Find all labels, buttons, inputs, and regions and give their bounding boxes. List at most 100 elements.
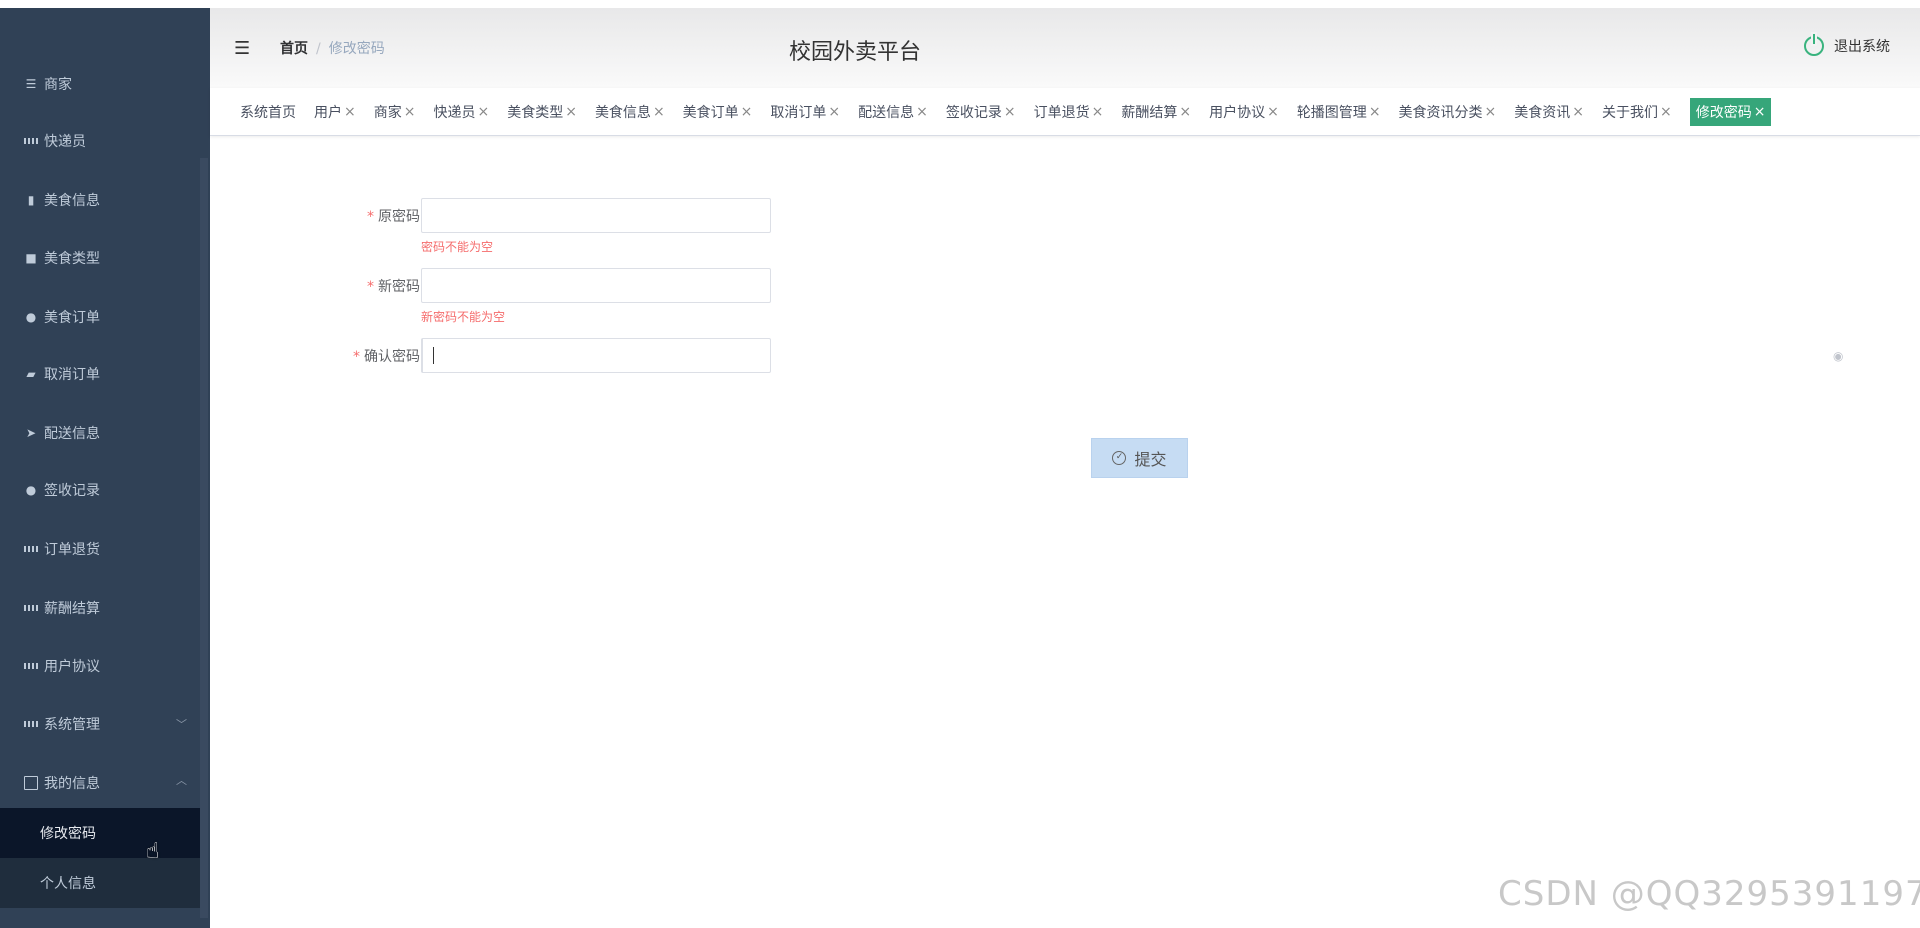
sidebar-item-label: 美食类型 [44, 251, 100, 267]
tab-5[interactable]: 美食信息 × [595, 98, 665, 126]
send-icon: ➤ [25, 426, 37, 440]
tab-15[interactable]: 美食资讯 × [1514, 98, 1584, 126]
close-icon[interactable]: × [477, 104, 489, 120]
power-icon [1804, 34, 1824, 56]
new-password-label: * 新密码 [367, 276, 420, 296]
sidebar: ☰ 商家 快递员 ▮ 美食信息 ■ 美食类型 ● 美食订单 ▰ 取消订单 ➤ 配送信息 ● 签… [0, 8, 210, 928]
tab-6[interactable]: 美食订单 × [683, 98, 753, 126]
sidebar-item-label: 快递员 [44, 134, 86, 150]
close-icon[interactable]: × [1572, 104, 1584, 120]
sidebar-scrollbar[interactable] [200, 158, 208, 918]
close-icon[interactable]: × [916, 104, 928, 120]
grid-icon [24, 542, 38, 556]
tab-label: 美食资讯分类 [1398, 104, 1483, 121]
close-icon[interactable]: × [1092, 104, 1104, 120]
close-icon[interactable]: × [1660, 104, 1672, 120]
close-icon[interactable]: × [1267, 104, 1279, 120]
close-icon[interactable]: × [404, 104, 416, 120]
grid-icon [24, 717, 38, 731]
grid-icon [24, 601, 38, 615]
close-icon[interactable]: × [1369, 104, 1381, 120]
sidebar-item-my-info[interactable]: 我的信息 [24, 771, 100, 795]
tab-label: 取消订单 [770, 104, 827, 121]
tab-8[interactable]: 配送信息 × [858, 98, 928, 126]
tab-4[interactable]: 美食类型 × [507, 98, 577, 126]
chevron-up-icon[interactable]: ︿ [176, 772, 187, 788]
sidebar-item-label: 商家 [44, 77, 72, 93]
tab-10[interactable]: 订单退货 × [1034, 98, 1104, 126]
sidebar-item-system[interactable]: 系统管理 [24, 712, 100, 736]
sidebar-item-merchant[interactable]: ☰ 商家 [24, 72, 72, 96]
sidebar-item-return[interactable]: 订单退货 [24, 537, 100, 561]
submit-button[interactable]: ✓ 提交 [1091, 438, 1188, 478]
new-password-input[interactable] [421, 268, 771, 303]
tab-label: 快递员 [433, 104, 476, 121]
sidebar-item-label: 系统管理 [44, 717, 100, 733]
tab-16[interactable]: 关于我们 × [1602, 98, 1672, 126]
sidebar-item-receipt[interactable]: ● 签收记录 [24, 478, 100, 502]
card-icon [24, 776, 38, 790]
tab-9[interactable]: 签收记录 × [946, 98, 1016, 126]
sidebar-item-label: 用户协议 [44, 659, 100, 675]
breadcrumb-separator: / [316, 41, 321, 57]
old-password-input[interactable] [421, 198, 771, 233]
sidebar-item-label: 美食订单 [44, 310, 100, 326]
tab-3[interactable]: 快递员 × [433, 98, 489, 126]
tab-label: 用户协议 [1209, 104, 1266, 121]
tab-7[interactable]: 取消订单 × [770, 98, 840, 126]
confirm-password-input[interactable] [421, 338, 771, 373]
close-icon[interactable]: × [741, 104, 753, 120]
sidebar-item-agreement[interactable]: 用户协议 [24, 654, 100, 678]
menu-toggle-icon[interactable]: ☰ [234, 38, 250, 59]
tab-label: 修改密码 [1695, 104, 1752, 121]
tab-0[interactable]: 系统首页 [240, 98, 296, 126]
tab-12[interactable]: 用户协议 × [1209, 98, 1279, 126]
eye-icon[interactable]: ◉ [1833, 349, 1843, 363]
sidebar-item-delivery[interactable]: ➤ 配送信息 [24, 421, 100, 445]
label-text: 确认密码 [364, 349, 420, 365]
tab-2[interactable]: 商家 × [374, 98, 416, 126]
confirm-password-label: * 确认密码 [353, 346, 420, 366]
header: ☰ 首页 / 修改密码 校园外卖平台 退出系统 [210, 8, 1920, 88]
sidebar-item-food-info[interactable]: ▮ 美食信息 [24, 188, 100, 212]
submenu-change-password[interactable]: 修改密码 [0, 808, 200, 858]
sidebar-item-food-order[interactable]: ● 美食订单 [24, 305, 100, 329]
text-caret [433, 347, 434, 364]
tab-label: 签收记录 [945, 104, 1002, 121]
tab-label: 美食类型 [507, 104, 564, 121]
tab-14[interactable]: 美食资讯分类 × [1399, 98, 1497, 126]
user-icon: ● [25, 310, 37, 324]
close-icon[interactable]: × [1485, 104, 1497, 120]
sidebar-item-cancel-order[interactable]: ▰ 取消订单 [24, 362, 100, 386]
close-icon[interactable]: × [1179, 104, 1191, 120]
close-icon[interactable]: × [565, 104, 577, 120]
close-icon[interactable]: × [1004, 104, 1016, 120]
close-icon[interactable]: × [1754, 104, 1766, 120]
submenu-personal-info[interactable]: 个人信息 [0, 858, 200, 908]
label-text: 新密码 [378, 279, 420, 295]
tab-label: 美食资讯 [1514, 104, 1571, 121]
close-icon[interactable]: × [653, 104, 665, 120]
tab-11[interactable]: 薪酬结算 × [1121, 98, 1191, 126]
tab-1[interactable]: 用户 × [314, 98, 356, 126]
tab-17[interactable]: 修改密码 × [1689, 97, 1772, 126]
old-password-error: 密码不能为空 [421, 240, 494, 254]
close-icon[interactable]: × [828, 104, 840, 120]
close-icon[interactable]: × [344, 104, 356, 120]
breadcrumb-home[interactable]: 首页 [280, 41, 308, 57]
sidebar-item-food-type[interactable]: ■ 美食类型 [24, 246, 100, 270]
sidebar-item-label: 薪酬结算 [44, 601, 100, 617]
submit-label: 提交 [1134, 450, 1167, 469]
required-mark: * [367, 209, 374, 225]
sidebar-item-label: 取消订单 [44, 367, 100, 383]
tab-label: 薪酬结算 [1121, 104, 1178, 121]
sidebar-item-courier[interactable]: 快递员 [24, 129, 86, 153]
tab-13[interactable]: 轮播图管理 × [1297, 98, 1381, 126]
sidebar-item-salary[interactable]: 薪酬结算 [24, 596, 100, 620]
tab-label: 美食订单 [682, 104, 739, 121]
tab-bar: 系统首页 用户 × 商家 × 快递员 × 美食类型 × 美食信息 × 美食订单 × 取消订单 × 配送信息 × 签… [210, 88, 1920, 136]
chevron-down-icon[interactable]: ﹀ [176, 716, 187, 732]
new-password-error: 新密码不能为空 [421, 310, 506, 324]
logout-button[interactable]: 退出系统 [1804, 34, 1890, 56]
required-mark: * [353, 349, 360, 365]
